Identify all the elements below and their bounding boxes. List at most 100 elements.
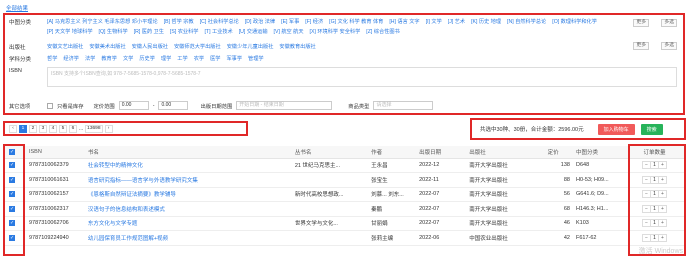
all-results-link[interactable]: 全部结果: [6, 4, 28, 12]
col-title[interactable]: 书名: [87, 146, 295, 159]
category-option[interactable]: [D] 政治 法律: [245, 18, 275, 25]
table-row[interactable]: ✓ 9787310061631 语言研究指标——语言学与外语教学研究文集 张宝生 202…: [5, 172, 685, 188]
price-max-input[interactable]: 0.00: [158, 101, 189, 110]
selection-summary: 共选中30种、30册，合计金额：2596.00元 加入购物车 搜索: [470, 118, 686, 140]
subject-option[interactable]: 军事学: [226, 55, 242, 62]
category-option[interactable]: [Q] 生物科学: [99, 28, 128, 35]
author-cell: 张宝生: [371, 172, 420, 188]
category-option[interactable]: [G] 文化 科学 教育 体育: [329, 18, 383, 25]
publisher-option[interactable]: 安徽人民出版社: [132, 43, 168, 50]
date-cell: 2022-06: [419, 230, 470, 246]
category-multi-button[interactable]: 多选: [661, 19, 677, 27]
title-cell[interactable]: 东方文化与文学专题: [87, 216, 295, 231]
col-clc[interactable]: 中图分类: [575, 146, 624, 159]
publisher-option[interactable]: 安徽美术出版社: [89, 43, 125, 50]
subject-option[interactable]: 文学: [123, 55, 133, 62]
publisher-option[interactable]: 安徽少年儿童出版社: [227, 43, 274, 50]
title-cell[interactable]: 幼儿园保育员工作规范图解+视频: [87, 230, 295, 246]
title-cell[interactable]: 语言研究指标——语言学与外语教学研究文集: [87, 172, 295, 188]
col-author[interactable]: 作者: [371, 146, 420, 159]
table-header-row: ✓ ISBN 书名 丛书名 作者 出版日期 出版社 定价 中图分类 订单数量: [5, 146, 685, 159]
category-option[interactable]: [P] 天文学 地球科学: [47, 28, 93, 35]
category-option[interactable]: [X] 环境科学 安全科学: [310, 28, 361, 35]
subject-option[interactable]: 教育学: [101, 55, 117, 62]
category-option[interactable]: [Z] 综合性图书: [366, 28, 399, 35]
add-to-cart-button[interactable]: 加入购物车: [597, 123, 635, 135]
category-more-button[interactable]: 更多: [633, 19, 649, 27]
category-option[interactable]: [I] 文学: [426, 18, 442, 25]
page-number-button[interactable]: 1: [19, 124, 27, 133]
category-option[interactable]: [J] 艺术: [448, 18, 465, 25]
col-date[interactable]: 出版日期: [419, 146, 470, 159]
summary-text: 共选中30种、30册，合计金额：2596.00元: [480, 127, 584, 133]
category-option[interactable]: [F] 经济: [305, 18, 323, 25]
pubdate-input[interactable]: 开始日期 - 结束日期: [236, 101, 333, 110]
subject-option[interactable]: 农学: [194, 55, 204, 62]
table-row[interactable]: ✓ 9787310062317 汉语句子的信息结构和表述模式 秦鹏 2022-07 南开大…: [5, 201, 685, 217]
category-option[interactable]: [N] 自然科学总论: [507, 18, 546, 25]
date-cell: 2022-07: [419, 216, 470, 231]
col-price[interactable]: 定价: [547, 146, 576, 159]
publisher-cell: 南开大学出版社: [469, 172, 548, 188]
date-cell: 2022-07: [419, 187, 470, 202]
category-option[interactable]: [C] 社会科学总论: [200, 18, 239, 25]
publisher-option[interactable]: 安徽文艺出版社: [47, 43, 83, 50]
isbn-cell: 9787310062317: [28, 201, 88, 217]
publisher-option[interactable]: 安徽师范大学出版社: [174, 43, 221, 50]
next-page-button[interactable]: ›: [104, 124, 113, 133]
subject-option[interactable]: 工学: [177, 55, 187, 62]
search-button[interactable]: 搜索: [640, 123, 663, 135]
checkbox-column-highlight: [3, 144, 25, 256]
table-row[interactable]: ✓ 9787310062706 东方文化与文学专题 世界文学与文化... 甘丽娟 2022…: [5, 216, 685, 231]
isbn-textarea[interactable]: ISBN 支持多个ISBN查询,如 978-7-5685-1578-0,978-…: [47, 67, 677, 87]
price-min-input[interactable]: 0.00: [118, 101, 149, 110]
col-series[interactable]: 丛书名: [294, 146, 372, 159]
table-row[interactable]: ✓ 9787310062379 社会转型中的精神文化 21 世纪马克思主... 王永昌 2…: [5, 158, 685, 173]
subject-label: 学科分类: [9, 57, 32, 63]
table-row[interactable]: ✓ 9787310062157 《恩格斯自然辩证法摘要》教学辅导 新时代高校思想政..…: [5, 187, 685, 202]
category-option[interactable]: [V] 航空 航天: [274, 28, 304, 35]
subject-option[interactable]: 法学: [85, 55, 95, 62]
col-isbn[interactable]: ISBN: [28, 146, 88, 159]
last-page-button[interactable]: 13698: [85, 124, 103, 133]
subject-option[interactable]: 管理学: [248, 55, 264, 62]
page-number-button[interactable]: 6: [69, 124, 77, 133]
category-option[interactable]: [R] 医药 卫生: [134, 28, 164, 35]
category-option[interactable]: [O] 数理科学和化学: [552, 18, 597, 25]
stock-only-label: 只看是库存: [57, 103, 84, 110]
title-cell[interactable]: 汉语句子的信息结构和表述模式: [87, 201, 295, 217]
publisher-multi-button[interactable]: 多选: [661, 42, 677, 50]
page-number-button[interactable]: 5: [59, 124, 67, 133]
category-label: 中图分类: [9, 20, 32, 26]
stock-only-checkbox[interactable]: [47, 102, 53, 109]
category-option[interactable]: [T] 工业技术: [204, 28, 232, 35]
title-cell[interactable]: 社会转型中的精神文化: [87, 158, 295, 173]
category-option[interactable]: [B] 哲学 宗教: [164, 18, 194, 25]
subject-option[interactable]: 医学: [210, 55, 220, 62]
page-number-button[interactable]: 3: [39, 124, 47, 133]
category-option[interactable]: [K] 历史 地理: [471, 18, 501, 25]
isbn-cell: 9787310062706: [28, 216, 88, 231]
type-select[interactable]: 请选择: [373, 101, 434, 110]
category-option[interactable]: [S] 农业科学: [170, 28, 199, 35]
category-option[interactable]: [H] 语言 文字: [389, 18, 419, 25]
publisher-option[interactable]: 安徽教育出版社: [279, 43, 315, 50]
table-row[interactable]: ✓ 9787109224940 幼儿园保育员工作规范图解+视频 张莉主编 2022-06…: [5, 230, 685, 246]
subject-option[interactable]: 哲学: [47, 55, 57, 62]
publisher-cell: 南开大学出版社: [469, 187, 548, 202]
category-option[interactable]: [U] 交通运输: [239, 28, 268, 35]
publisher-more-button[interactable]: 更多: [633, 42, 649, 50]
price-range-label: 定价范围: [93, 103, 115, 110]
page-number-button[interactable]: 2: [29, 124, 37, 133]
category-option[interactable]: [A] 马克思主义 列宁主义 毛泽东思想 邓小平理论: [47, 18, 158, 25]
series-cell: [294, 172, 372, 188]
title-cell[interactable]: 《恩格斯自然辩证法摘要》教学辅导: [87, 187, 295, 202]
category-option[interactable]: [E] 军事: [281, 18, 299, 25]
subject-option[interactable]: 经济学: [63, 55, 79, 62]
page-number-button[interactable]: 4: [49, 124, 57, 133]
filter-row-isbn: ISBN: [9, 68, 47, 74]
subject-option[interactable]: 理学: [161, 55, 171, 62]
col-publisher[interactable]: 出版社: [469, 146, 548, 159]
subject-option[interactable]: 历史学: [139, 55, 155, 62]
prev-page-button[interactable]: ‹: [9, 124, 17, 133]
